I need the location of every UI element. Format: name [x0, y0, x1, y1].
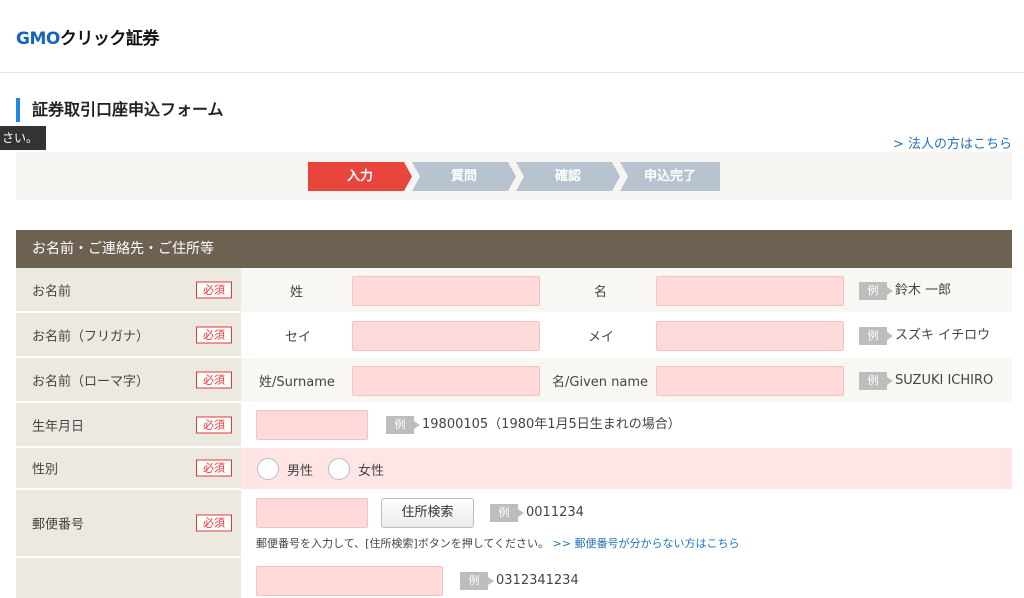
row-label	[16, 558, 241, 598]
required-badge: 必須	[196, 371, 232, 388]
row-postal-code: 郵便番号 必須 住所検索 例 0011234 郵便番号を入力して、[住所検索]ボタン…	[16, 490, 1012, 558]
required-badge: 必須	[196, 416, 232, 433]
postal-help-link[interactable]: >> 郵便番号が分からない方はこちら	[553, 537, 740, 550]
male-radio[interactable]	[257, 458, 279, 480]
row-label: お名前（フリガナ） 必須	[16, 313, 241, 357]
postal-code-input[interactable]	[256, 498, 368, 528]
first-name-label: 名	[594, 285, 608, 300]
row-phone: 例 0312341234	[16, 558, 1012, 598]
required-badge: 必須	[196, 281, 232, 298]
given-name-label: 名/Given name	[552, 375, 648, 390]
surname-label: 姓/Surname	[259, 375, 335, 390]
section-header: お名前・ご連絡先・ご住所等	[16, 230, 1012, 268]
truncated-tooltip: さい。	[0, 126, 46, 150]
first-name-input[interactable]	[656, 276, 844, 306]
required-badge: 必須	[196, 514, 232, 532]
last-name-kana-input[interactable]	[352, 321, 540, 351]
row-label: お名前（ローマ字） 必須	[16, 358, 241, 402]
surname-input[interactable]	[352, 366, 540, 396]
phone-input[interactable]	[256, 566, 443, 596]
female-label: 女性	[358, 464, 385, 479]
corporate-link[interactable]: > 法人の方はこちら	[893, 133, 1012, 152]
given-name-input[interactable]	[656, 366, 844, 396]
step-input: 入力	[308, 162, 412, 191]
row-label: 生年月日 必須	[16, 403, 241, 447]
required-badge: 必須	[196, 459, 232, 477]
gmo-click-logo[interactable]: GMOクリック証券	[16, 24, 159, 49]
birthdate-input[interactable]	[256, 410, 368, 440]
row-name: お名前 必須 姓 名 例鈴木 一郎	[16, 268, 1012, 313]
last-name-input[interactable]	[352, 276, 540, 306]
required-badge: 必須	[196, 326, 232, 343]
last-name-kana-label: セイ	[285, 330, 312, 345]
row-gender: 性別 必須 男性 女性	[16, 448, 1012, 490]
row-label: お名前 必須	[16, 268, 241, 312]
male-label: 男性	[287, 464, 314, 479]
step-complete: 申込完了	[620, 162, 720, 191]
last-name-label: 姓	[290, 285, 304, 300]
postal-note: 郵便番号を入力して、[住所検索]ボタンを押してください。 >> 郵便番号が分から…	[256, 537, 740, 550]
first-name-kana-label: メイ	[588, 330, 615, 345]
row-kana: お名前（フリガナ） 必須 セイ メイ 例スズキ イチロウ	[16, 313, 1012, 358]
first-name-kana-input[interactable]	[656, 321, 844, 351]
page-title: 証券取引口座申込フォーム	[16, 98, 224, 122]
row-birthdate: 生年月日 必須 例 19800105（1980年1月5日生まれの場合）	[16, 403, 1012, 448]
row-label: 郵便番号 必須	[16, 490, 241, 557]
row-roman: お名前（ローマ字） 必須 姓/Surname 名/Given name 例 SUZU…	[16, 358, 1012, 403]
site-header: GMOクリック証券	[0, 0, 1024, 73]
step-confirm: 確認	[516, 162, 620, 191]
address-search-button[interactable]: 住所検索	[381, 498, 474, 528]
progress-steps: 入力 質問 確認 申込完了	[16, 152, 1012, 200]
step-question: 質問	[412, 162, 516, 191]
female-radio[interactable]	[328, 458, 350, 480]
row-label: 性別 必須	[16, 448, 241, 489]
